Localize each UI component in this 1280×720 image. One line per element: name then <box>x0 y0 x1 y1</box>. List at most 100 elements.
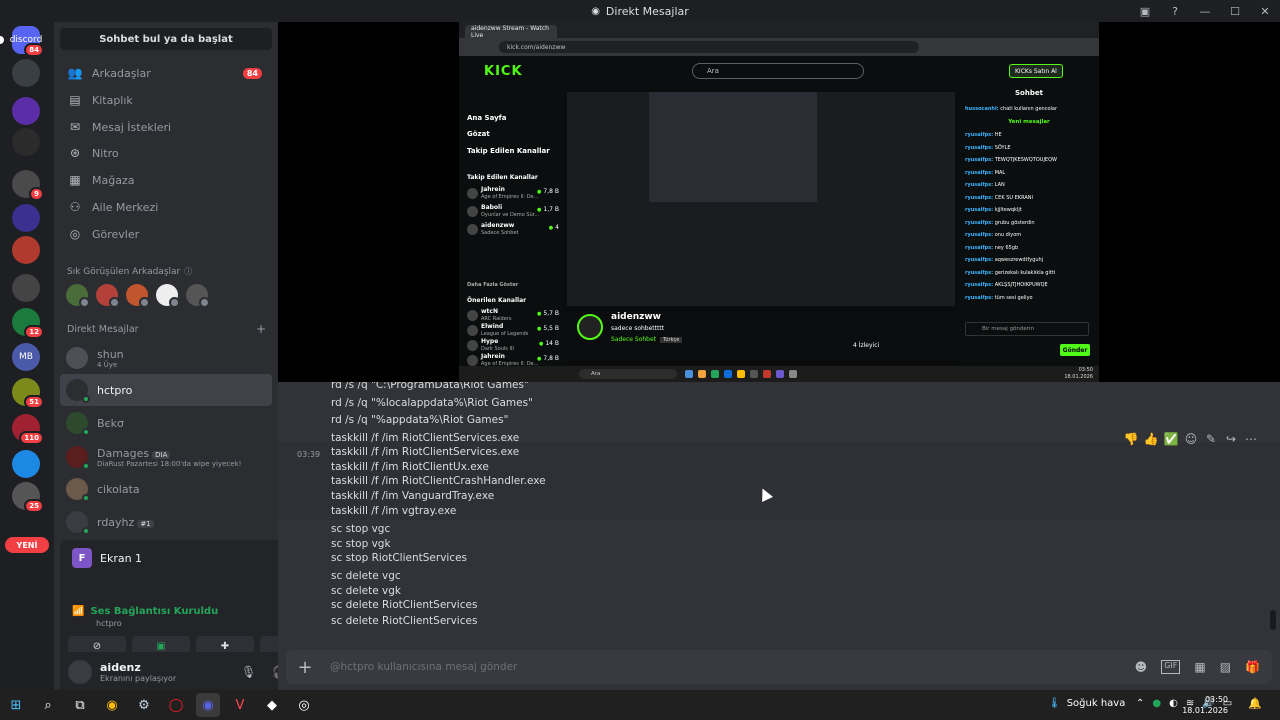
friend-avatar[interactable] <box>66 284 90 308</box>
dm-item-5[interactable]: cikolata <box>60 473 272 505</box>
weather-widget[interactable]: 🌡 Soğuk hava <box>1048 698 1125 709</box>
dm-item-3[interactable]: Bєkσ <box>60 407 272 439</box>
thumbs-up-reaction[interactable]: 👍 <box>1144 432 1159 446</box>
family-icon: ⚇ <box>69 200 81 214</box>
tray-app-icon[interactable]: ● <box>1152 698 1161 709</box>
more-icon[interactable]: ⋯ <box>1244 432 1258 446</box>
tray-overflow-icon[interactable]: ⌃ <box>1136 698 1144 709</box>
create-dm-icon[interactable]: + <box>256 322 266 336</box>
nav-nitro[interactable]: ⊛ Nitro <box>60 140 272 166</box>
close-button[interactable]: ✕ <box>1250 0 1280 22</box>
nav-library[interactable]: ▤ Kitaplık <box>60 87 272 113</box>
chat-user: ryusaifps: <box>965 207 994 213</box>
steam-icon[interactable]: ⚙ <box>132 693 156 717</box>
gif-icon[interactable]: GIF <box>1161 660 1181 674</box>
chat-user: ryusaifps: <box>965 132 994 138</box>
server-icon[interactable]: 110 <box>12 414 44 445</box>
chat-text: TEWQTJKESWQTOUJEQW <box>994 157 1057 163</box>
server-icon[interactable]: 9 <box>12 170 44 201</box>
server-icon[interactable] <box>12 450 40 478</box>
voice-channel-name[interactable]: hctpro <box>96 619 218 628</box>
nav-family[interactable]: ⚇ Aile Merkezi <box>60 194 272 220</box>
username: aidenz <box>100 661 141 674</box>
nav-count-badge: 84 <box>242 67 262 79</box>
notification-icon[interactable]: 🔔 <box>1248 697 1262 710</box>
server-badge: 9 <box>29 187 44 201</box>
dm-item-4[interactable]: Damages DIA DiaRust Pazartesi 18:00'da wip… <box>60 441 272 473</box>
chat-text: kjjltewqkljt <box>994 207 1022 213</box>
windows-start-icon[interactable]: ⊞ <box>4 693 28 717</box>
nav-friends[interactable]: 👥 Arkadaşlar 84 <box>60 60 272 86</box>
kick-nav-item: Ana Sayfa <box>467 114 507 122</box>
server-icon[interactable]: 12 <box>12 308 44 339</box>
image-icon[interactable]: ▨ <box>1220 660 1231 674</box>
taskbar-clock[interactable]: 03:50 18.01.2026 <box>1182 694 1228 716</box>
main-panel: aidenzww Stream - Watch Live kick.com/ai… <box>278 22 1280 690</box>
sticker-icon[interactable]: ▦ <box>1194 660 1205 674</box>
message-input[interactable]: @hctpro kullanıcısına mesaj gönder <box>330 661 517 673</box>
minimize-button[interactable]: — <box>1190 0 1220 22</box>
app-launcher-icon[interactable]: ☻ <box>1135 660 1148 674</box>
stream-view[interactable]: aidenzww Stream - Watch Live kick.com/ai… <box>278 22 1280 382</box>
server-icon[interactable]: MB <box>12 343 40 371</box>
server-icon[interactable]: 25 <box>12 482 44 513</box>
check-reaction[interactable]: ✅ <box>1164 432 1179 446</box>
tray-app-icon[interactable]: ◐ <box>1169 698 1178 709</box>
frequent-friends <box>66 284 210 308</box>
nav-label: Görevler <box>92 227 140 241</box>
thumbs-down-reaction[interactable]: 👎 <box>1124 432 1139 446</box>
server-badge: 51 <box>24 395 44 409</box>
discord-taskbar-icon[interactable]: ◉ <box>196 693 220 717</box>
signal-icon[interactable]: 📶 <box>72 606 84 617</box>
server-icon[interactable] <box>12 204 40 232</box>
server-icon[interactable]: discord 84 <box>0 26 44 57</box>
new-servers-pill[interactable]: YENİ <box>5 537 49 553</box>
info-icon[interactable]: ⓘ <box>184 266 192 277</box>
chrome-icon[interactable]: ◉ <box>100 693 124 717</box>
message-composer[interactable]: + @hctpro kullanıcısına mesaj gönder ☻ G… <box>286 650 1272 684</box>
message-line: taskkill /f /im vgtray.exe <box>331 504 457 517</box>
scrollbar[interactable] <box>1270 610 1276 630</box>
reply-icon[interactable]: ↪ <box>1224 432 1238 446</box>
server-icon[interactable]: 51 <box>12 378 44 409</box>
opera-icon[interactable]: ◯ <box>164 693 188 717</box>
dm-item-2[interactable]: hctpro <box>60 374 272 406</box>
search-icon[interactable]: ⌕ <box>36 693 60 717</box>
gift-icon[interactable]: 🎁 <box>1245 660 1260 674</box>
server-icon[interactable] <box>12 274 40 302</box>
attach-icon[interactable]: + <box>286 657 324 678</box>
nav-shop[interactable]: ▦ Mağaza <box>60 167 272 193</box>
server-icon[interactable] <box>12 236 40 264</box>
maximize-button[interactable]: ☐ <box>1220 0 1250 22</box>
edit-icon[interactable]: ✎ <box>1204 432 1218 446</box>
task-view-icon[interactable]: ⧉ <box>68 693 92 717</box>
channel-avatar <box>577 314 603 340</box>
add-reaction-icon[interactable]: ☺ <box>1184 432 1198 446</box>
help-icon[interactable]: ? <box>1160 0 1190 22</box>
dm-item-1[interactable]: shun 4 Üye <box>60 342 272 374</box>
epic-icon[interactable]: ◆ <box>260 693 284 717</box>
server-icon[interactable] <box>12 97 40 125</box>
channel-viewers: 5,5 B <box>537 325 559 332</box>
obs-icon[interactable]: ◎ <box>292 693 316 717</box>
friend-avatar[interactable] <box>96 284 120 308</box>
nav-mail[interactable]: ✉ Mesaj İstekleri <box>60 114 272 140</box>
user-avatar[interactable] <box>68 660 92 684</box>
message-line: sc delete vgc <box>331 570 401 582</box>
find-conversation-button[interactable]: Sohbet bul ya da başlat <box>60 28 272 50</box>
server-icon[interactable] <box>12 59 40 87</box>
inbox-icon[interactable]: ▣ <box>1130 0 1160 22</box>
server-icon[interactable] <box>12 128 40 156</box>
microphone-icon[interactable]: 🎙 <box>241 665 256 679</box>
valorant-icon[interactable]: V <box>228 693 252 717</box>
friend-avatar[interactable] <box>156 284 180 308</box>
chat-message: ryusaifps: AKLŞSJTJHOIKPUWQE <box>965 282 1048 288</box>
friend-avatar[interactable] <box>126 284 150 308</box>
message-line: sc stop RiotClientServices <box>331 552 468 565</box>
channel-name: Jahrein <box>481 186 505 193</box>
nav-quests[interactable]: ◎ Görevler <box>60 221 272 247</box>
channel-viewers: 7,8 B <box>537 355 559 362</box>
nav-label: Nitro <box>92 146 119 160</box>
friend-avatar[interactable] <box>186 284 210 308</box>
dm-item-6[interactable]: rdayhz #1 <box>60 506 272 538</box>
